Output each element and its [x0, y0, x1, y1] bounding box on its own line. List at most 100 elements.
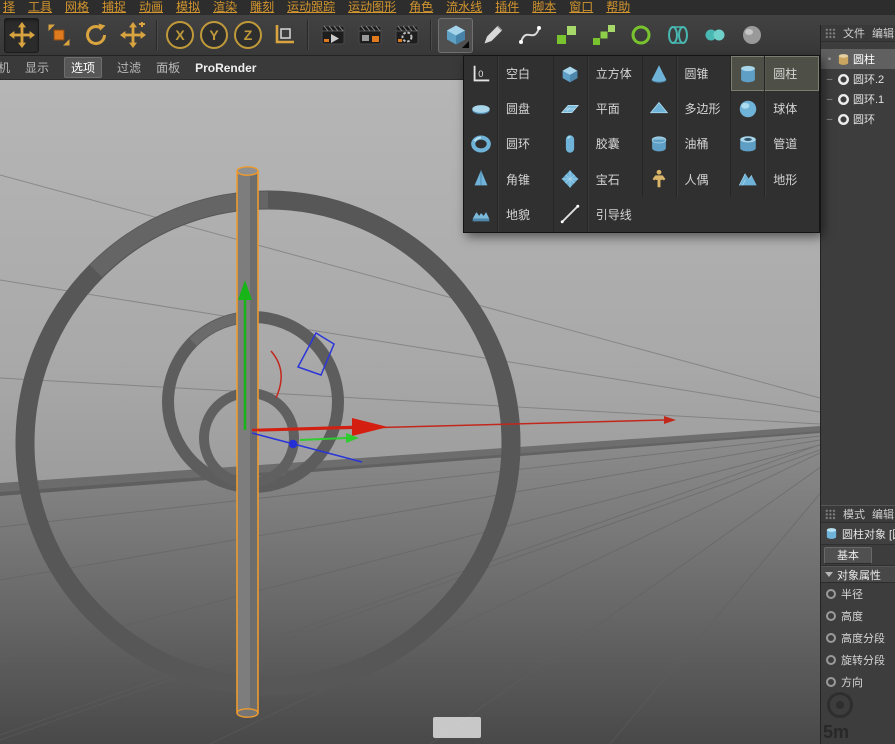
menu-item-partial[interactable]: 择: [3, 1, 15, 14]
primitive-item-capsule[interactable]: 胶囊: [553, 126, 642, 161]
object-properties-section[interactable]: 对象属性: [821, 566, 895, 583]
spline-pen-button[interactable]: [475, 18, 510, 53]
selected-cylinder[interactable]: [237, 167, 258, 717]
object-row-cylinder[interactable]: ▪ 圆柱: [821, 49, 895, 69]
primitive-item-polygon[interactable]: 多边形: [642, 91, 731, 126]
render-view-button[interactable]: [315, 18, 350, 53]
z-axis-lock-button[interactable]: Z: [234, 21, 262, 49]
keyframe-ring-icon[interactable]: [826, 655, 836, 665]
menu-item-sculpt[interactable]: 雕刻: [250, 1, 274, 14]
viewport-menu-filter[interactable]: 过滤: [117, 59, 141, 76]
viewport-menu-options[interactable]: 选项: [64, 57, 102, 78]
primitive-item-oil-tank[interactable]: 油桶: [642, 126, 731, 161]
pen-icon: [480, 22, 506, 48]
primitive-item-sphere[interactable]: 球体: [730, 91, 819, 126]
menu-item-plugins[interactable]: 插件: [495, 1, 519, 14]
menu-item-animate[interactable]: 动画: [139, 1, 163, 14]
property-row-radius[interactable]: 半径: [821, 583, 895, 605]
om-menu-file[interactable]: 文件: [843, 25, 865, 41]
primitive-label: 胶囊: [588, 135, 620, 152]
keyframe-ring-icon[interactable]: [826, 589, 836, 599]
property-row-orientation[interactable]: 方向: [821, 671, 895, 693]
render-picture-viewer-button[interactable]: [352, 18, 387, 53]
z-handle-knob[interactable]: [289, 440, 297, 448]
application-window: 择 工具 网格 捕捉 动画 模拟 渲染 雕刻 运动跟踪 运动图形 角色 流水线 …: [0, 0, 895, 744]
viewport-menu-prorender[interactable]: ProRender: [195, 61, 256, 75]
cloner-button[interactable]: [586, 18, 621, 53]
viewport-menu-display[interactable]: 显示: [25, 59, 49, 76]
svg-text:0: 0: [478, 68, 483, 78]
spline-tool-button[interactable]: [512, 18, 547, 53]
keyframe-ring-icon[interactable]: [826, 633, 836, 643]
object-label: 圆环: [853, 111, 875, 127]
attr-menu-edit[interactable]: 编辑: [872, 506, 894, 522]
primitive-item-cube[interactable]: 立方体: [553, 56, 642, 91]
move-tool-button[interactable]: [4, 18, 39, 53]
menu-item-snap[interactable]: 捕捉: [102, 1, 126, 14]
rotate-tool-button[interactable]: [78, 18, 113, 53]
menu-item-render[interactable]: 渲染: [213, 1, 237, 14]
primitive-item-null[interactable]: 0 空白: [464, 56, 553, 91]
menu-item-simulate[interactable]: 模拟: [176, 1, 200, 14]
tree-mark: ▪: [825, 54, 834, 65]
attr-menu-mode[interactable]: 模式: [843, 506, 865, 522]
menu-item-mesh[interactable]: 网格: [65, 1, 89, 14]
primitive-item-figure[interactable]: 人偶: [642, 162, 731, 197]
keyframe-ring-icon[interactable]: [826, 677, 836, 687]
object-row-torus-1[interactable]: ‒ 圆环.1: [821, 89, 895, 109]
menu-item-motion-tracker[interactable]: 运动跟踪: [287, 1, 335, 14]
menu-item-window[interactable]: 窗口: [569, 1, 593, 14]
render-settings-button[interactable]: [389, 18, 424, 53]
metaball-button[interactable]: [697, 18, 732, 53]
primitive-item-relief[interactable]: 地貌: [464, 197, 553, 232]
primitives-button[interactable]: [438, 18, 473, 53]
menu-item-mograph[interactable]: 运动图形: [348, 1, 396, 14]
viewport-menu-camera-partial[interactable]: 机: [0, 59, 10, 76]
coordinate-system-button[interactable]: [266, 18, 301, 53]
keyframe-ring-icon[interactable]: [826, 611, 836, 621]
viewport-menu-panel[interactable]: 面板: [156, 59, 180, 76]
panel-grip-icon[interactable]: [825, 28, 836, 39]
x-handle-arrowhead[interactable]: [352, 418, 388, 436]
attribute-tab-row: 基本: [821, 545, 895, 566]
primitive-item-cone[interactable]: 圆锥: [642, 56, 731, 91]
object-row-torus-2[interactable]: ‒ 圆环.2: [821, 69, 895, 89]
cloner-icon: [591, 22, 617, 48]
om-menu-edit[interactable]: 编辑: [872, 25, 894, 41]
simulation-button[interactable]: [734, 18, 769, 53]
last-tool-button[interactable]: [115, 18, 150, 53]
primitive-item-cylinder[interactable]: 圆柱: [730, 56, 819, 91]
sweep-button[interactable]: [660, 18, 695, 53]
mograph-button[interactable]: [549, 18, 584, 53]
watermark-box: [433, 717, 481, 738]
x-axis-arrowhead: [664, 416, 676, 424]
y-axis-lock-button[interactable]: Y: [200, 21, 228, 49]
primitive-item-tube[interactable]: 管道: [730, 126, 819, 161]
menu-item-pipeline[interactable]: 流水线: [446, 1, 482, 14]
property-row-rotation-segments[interactable]: 旋转分段: [821, 649, 895, 671]
object-row-torus[interactable]: ‒ 圆环: [821, 109, 895, 129]
tab-basic[interactable]: 基本: [824, 547, 872, 564]
field-button[interactable]: [623, 18, 658, 53]
render-settings-icon: [393, 22, 421, 48]
primitive-item-torus[interactable]: 圆环: [464, 126, 553, 161]
primitive-item-landscape[interactable]: 地形: [730, 162, 819, 197]
menu-item-tools[interactable]: 工具: [28, 1, 52, 14]
primitive-item-plane[interactable]: 平面: [553, 91, 642, 126]
menu-item-script[interactable]: 脚本: [532, 1, 556, 14]
property-row-height-segments[interactable]: 高度分段: [821, 627, 895, 649]
scale-tool-button[interactable]: [41, 18, 76, 53]
primitive-item-pyramid[interactable]: 角锥: [464, 162, 553, 197]
property-label: 高度: [841, 608, 863, 624]
x-axis-lock-button[interactable]: X: [166, 21, 194, 49]
property-row-height[interactable]: 高度: [821, 605, 895, 627]
menu-item-character[interactable]: 角色: [409, 1, 433, 14]
primitive-item-guide[interactable]: 引导线: [553, 197, 642, 232]
render-picture-viewer-icon: [356, 22, 384, 48]
primitive-item-disc[interactable]: 圆盘: [464, 91, 553, 126]
primitive-item-gem[interactable]: 宝石: [553, 162, 642, 197]
move-gizmo[interactable]: [238, 280, 388, 462]
menu-item-help[interactable]: 帮助: [606, 1, 630, 14]
panel-grip-icon[interactable]: [825, 509, 836, 520]
toolbar-separator: [307, 20, 309, 50]
